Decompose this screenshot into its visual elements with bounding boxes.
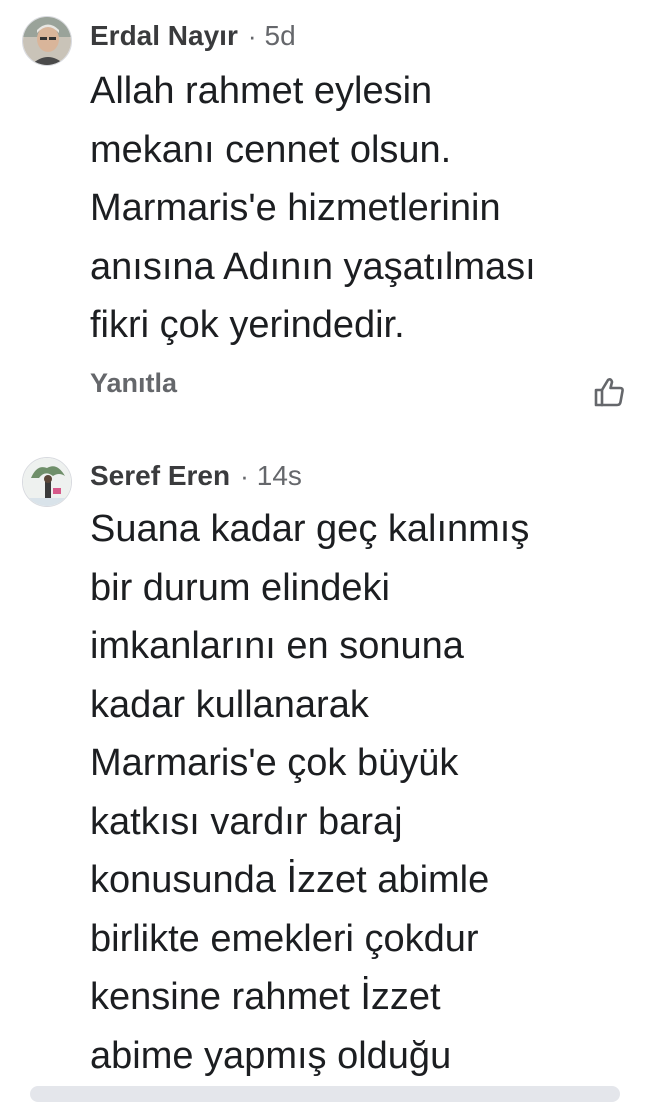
comment-text: Allah rahmet eylesin mekanı cennet olsun… xyxy=(90,70,536,346)
like-button[interactable] xyxy=(592,376,626,408)
comment-input-bar[interactable] xyxy=(30,1086,620,1102)
avatar-photo-icon xyxy=(23,17,71,65)
comment-text: Suana kadar geç kalınmış bir durum elind… xyxy=(90,508,530,1077)
author-name[interactable]: Seref Eren xyxy=(90,460,230,492)
timestamp: 5d xyxy=(264,20,296,51)
comment-header: Erdal Nayır · 5d xyxy=(90,16,296,56)
separator-dot: · xyxy=(247,20,257,51)
timestamp: 14s xyxy=(256,460,302,491)
avatar-photo-icon xyxy=(23,458,71,506)
separator-dot: · xyxy=(240,460,249,491)
reply-button[interactable]: Yanıtla xyxy=(90,368,177,399)
author-name[interactable]: Erdal Nayır xyxy=(90,20,238,52)
avatar[interactable] xyxy=(22,16,72,66)
comment-header: Seref Eren · 14s xyxy=(90,456,302,496)
avatar[interactable] xyxy=(22,457,72,507)
thumbs-up-outline-icon xyxy=(594,378,624,407)
